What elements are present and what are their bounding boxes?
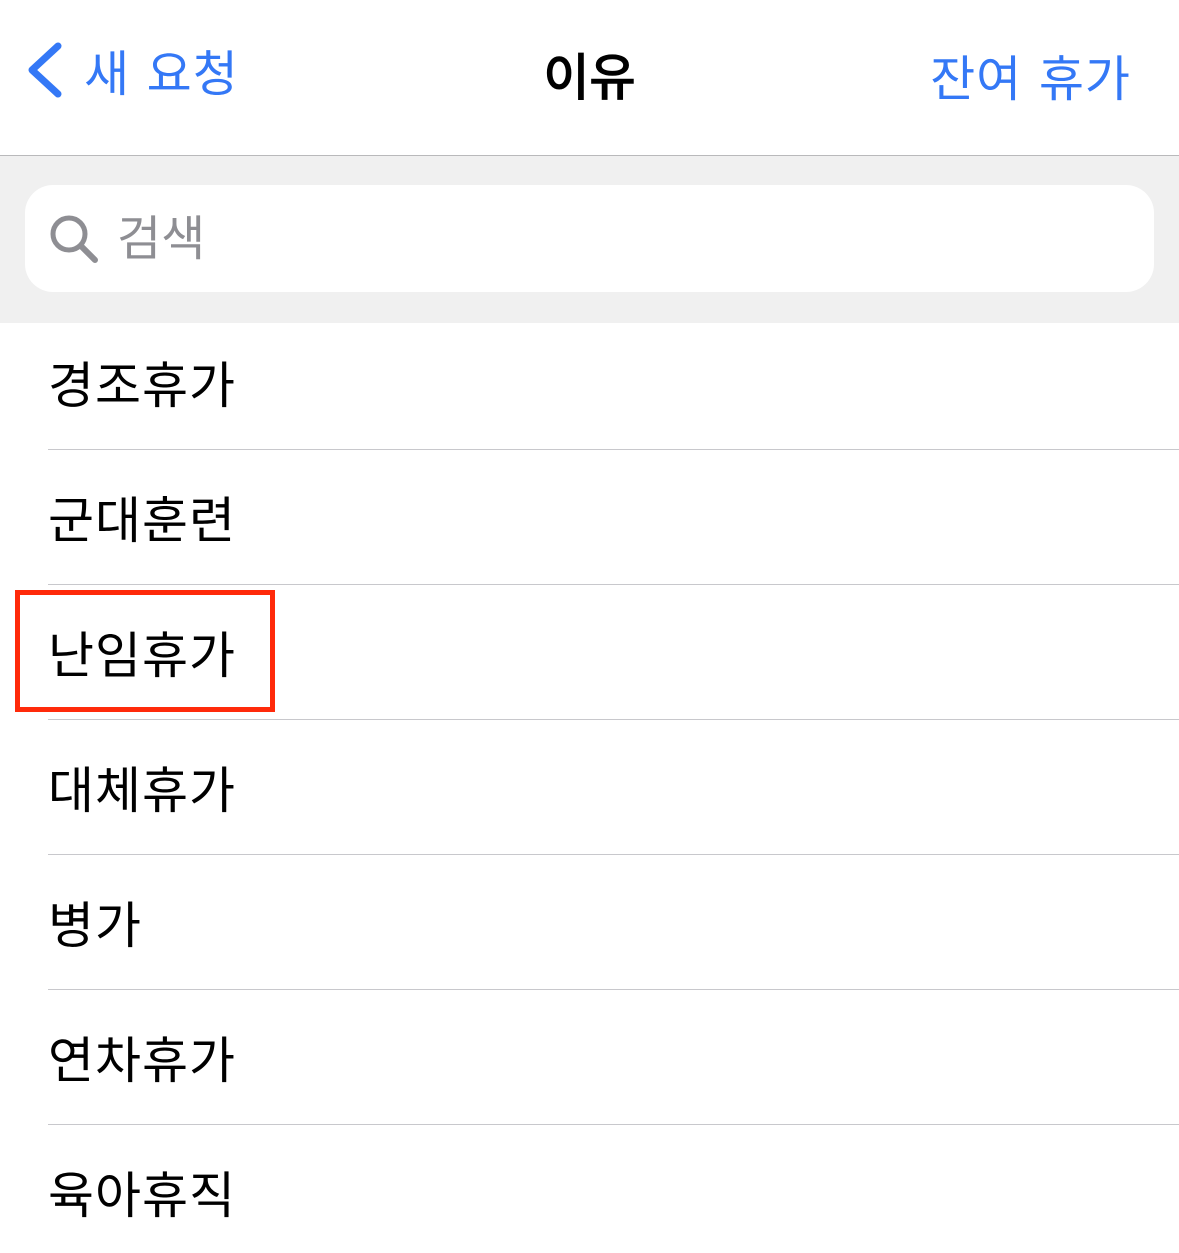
list-item-condolence-leave[interactable]: 경조휴가: [0, 323, 1179, 458]
list-item-label: 연차휴가: [48, 1032, 236, 1090]
list-item-infertility-leave[interactable]: 난임휴가: [0, 593, 1179, 728]
divider: [48, 1124, 1179, 1125]
divider: [48, 449, 1179, 450]
list-item-annual-leave[interactable]: 연차휴가: [0, 998, 1179, 1133]
divider: [48, 719, 1179, 720]
list-item-label: 경조휴가: [48, 357, 236, 415]
divider: [48, 584, 1179, 585]
list-item-label: 병가: [48, 897, 142, 955]
search-icon: [50, 215, 98, 263]
remaining-leave-button[interactable]: 잔여 휴가: [930, 40, 1131, 111]
search-area: [0, 156, 1179, 323]
navigation-bar: 새 요청 이유 잔여 휴가: [0, 0, 1179, 156]
list-item-label: 군대훈련: [48, 492, 236, 550]
divider: [48, 989, 1179, 990]
list-item-label: 육아휴직: [48, 1167, 236, 1225]
list-item-parental-leave[interactable]: 육아휴직: [0, 1133, 1179, 1253]
list-item-sick-leave[interactable]: 병가: [0, 863, 1179, 998]
search-input[interactable]: [117, 198, 1017, 279]
list-item-label: 대체휴가: [48, 762, 236, 820]
divider: [48, 854, 1179, 855]
search-field[interactable]: [25, 185, 1154, 292]
list-item-substitute-leave[interactable]: 대체휴가: [0, 728, 1179, 863]
leave-reason-screen: 새 요청 이유 잔여 휴가 경조휴가 군대훈련 난임휴가 대체휴가: [0, 0, 1179, 1253]
list-item-military-training[interactable]: 군대훈련: [0, 458, 1179, 593]
reason-list: 경조휴가 군대훈련 난임휴가 대체휴가 병가 연차휴가 육아휴직: [0, 323, 1179, 1253]
list-item-label: 난임휴가: [48, 627, 236, 685]
